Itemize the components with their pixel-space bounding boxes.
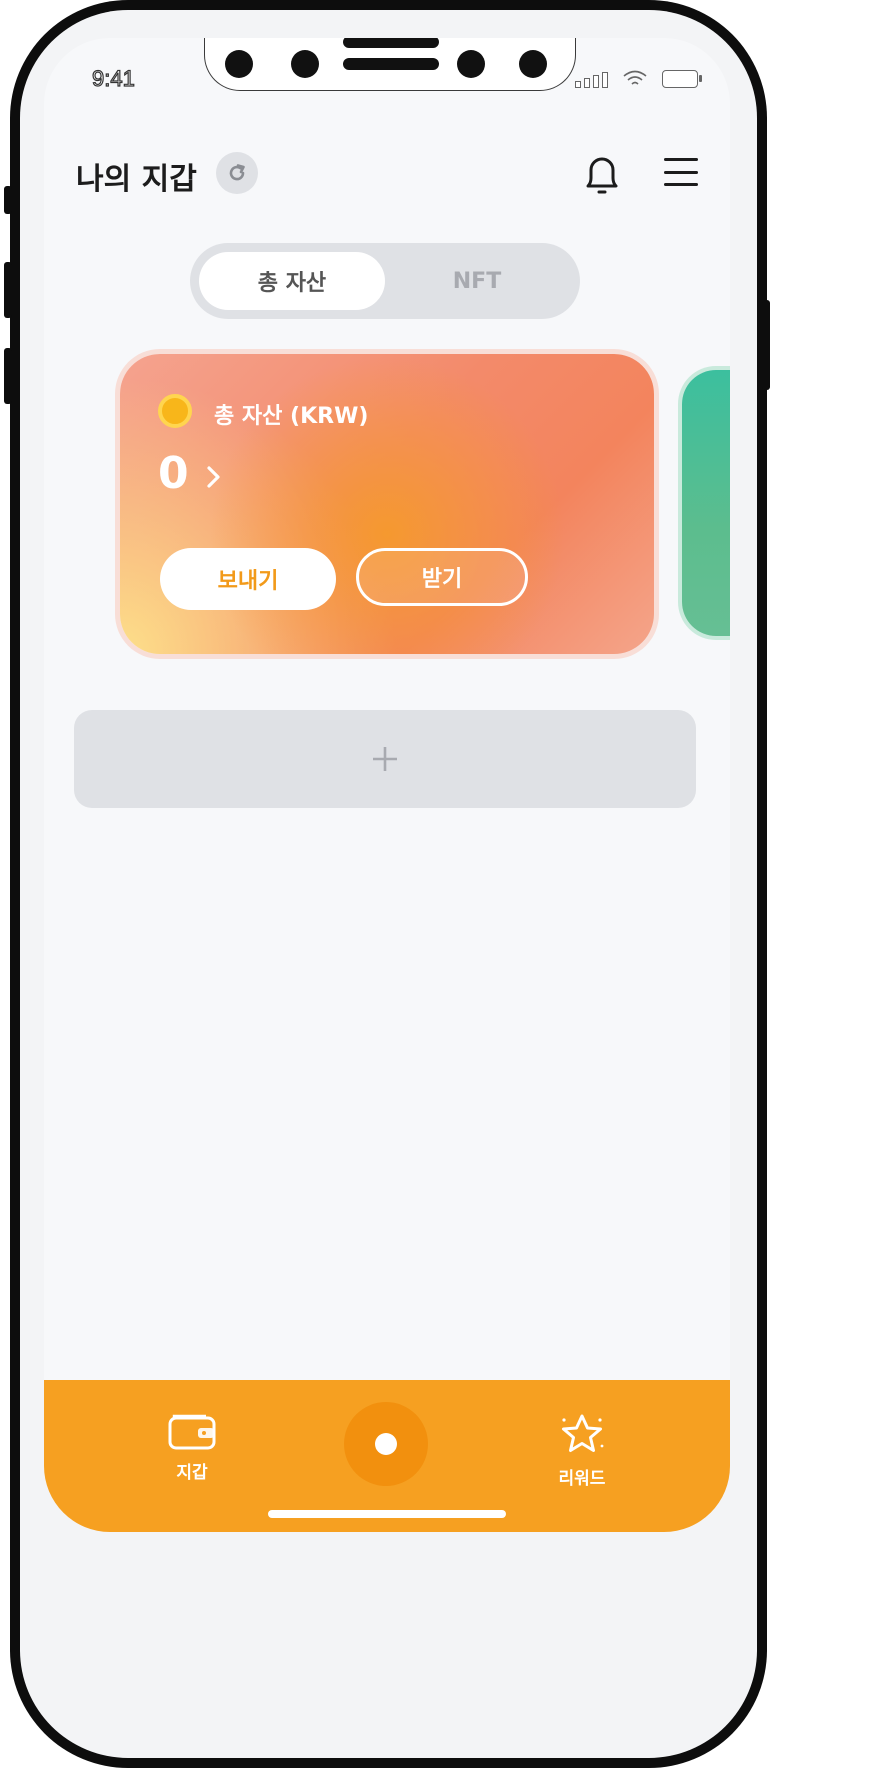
page-title: 나의 지갑 [76,162,197,197]
speaker-icon [343,58,439,70]
wallet-icon [168,1414,216,1450]
coin-icon [158,394,192,428]
hamburger-line [664,183,698,186]
side-button [4,262,12,318]
nav-item-wallet[interactable]: 지갑 [162,1414,222,1483]
status-icons [575,70,702,88]
send-button[interactable]: 보내기 [160,548,336,610]
nav-item-reward[interactable]: 리워드 [548,1412,616,1489]
nav-item-home[interactable] [344,1402,428,1486]
menu-button[interactable] [664,154,698,190]
tab-nft[interactable]: NFT [384,252,570,310]
star-icon [562,1414,604,1452]
battery-icon [662,70,702,88]
receive-button[interactable]: 받기 [356,548,528,606]
home-indicator [268,1510,506,1518]
refresh-icon [229,164,245,181]
bell-icon [586,157,618,194]
side-button [4,186,12,214]
plus-icon [373,747,397,771]
nav-label-reward: 리워드 [558,1469,606,1489]
asset-card[interactable]: 총 자산 (KRW) 0 보내기 받기 [120,354,654,654]
next-card-peek[interactable] [682,370,730,636]
side-button [4,348,12,404]
bottom-nav: 지갑 리워드 [44,1380,730,1532]
signal-icon [575,72,608,88]
nav-label-wallet: 지갑 [176,1463,208,1483]
camera-icon [457,50,485,78]
hamburger-line [664,170,698,174]
asset-card-label: 총 자산 (KRW) [214,404,369,429]
speaker-icon [343,38,439,48]
side-button [762,300,770,390]
camera-icon [519,50,547,78]
notification-button[interactable] [580,152,624,196]
asset-segment-control: 총 자산 NFT [190,243,580,319]
camera-icon [225,50,253,78]
camera-icon [291,50,319,78]
chevron-right-icon[interactable] [204,464,224,490]
home-dot-icon [375,1433,397,1455]
notch [204,38,576,91]
screen: 9:41 나의 지갑 총 자산 NFT 총 자산 (KRW) 0 보내기 받기 … [44,38,730,1532]
wifi-icon [623,70,647,85]
asset-card-value: 0 [158,448,189,499]
refresh-button[interactable] [216,152,258,194]
status-time: 9:41 [91,65,135,91]
hamburger-menu-icon [664,158,698,161]
add-asset-button[interactable] [74,710,696,808]
tab-total-assets[interactable]: 총 자산 [199,252,385,310]
